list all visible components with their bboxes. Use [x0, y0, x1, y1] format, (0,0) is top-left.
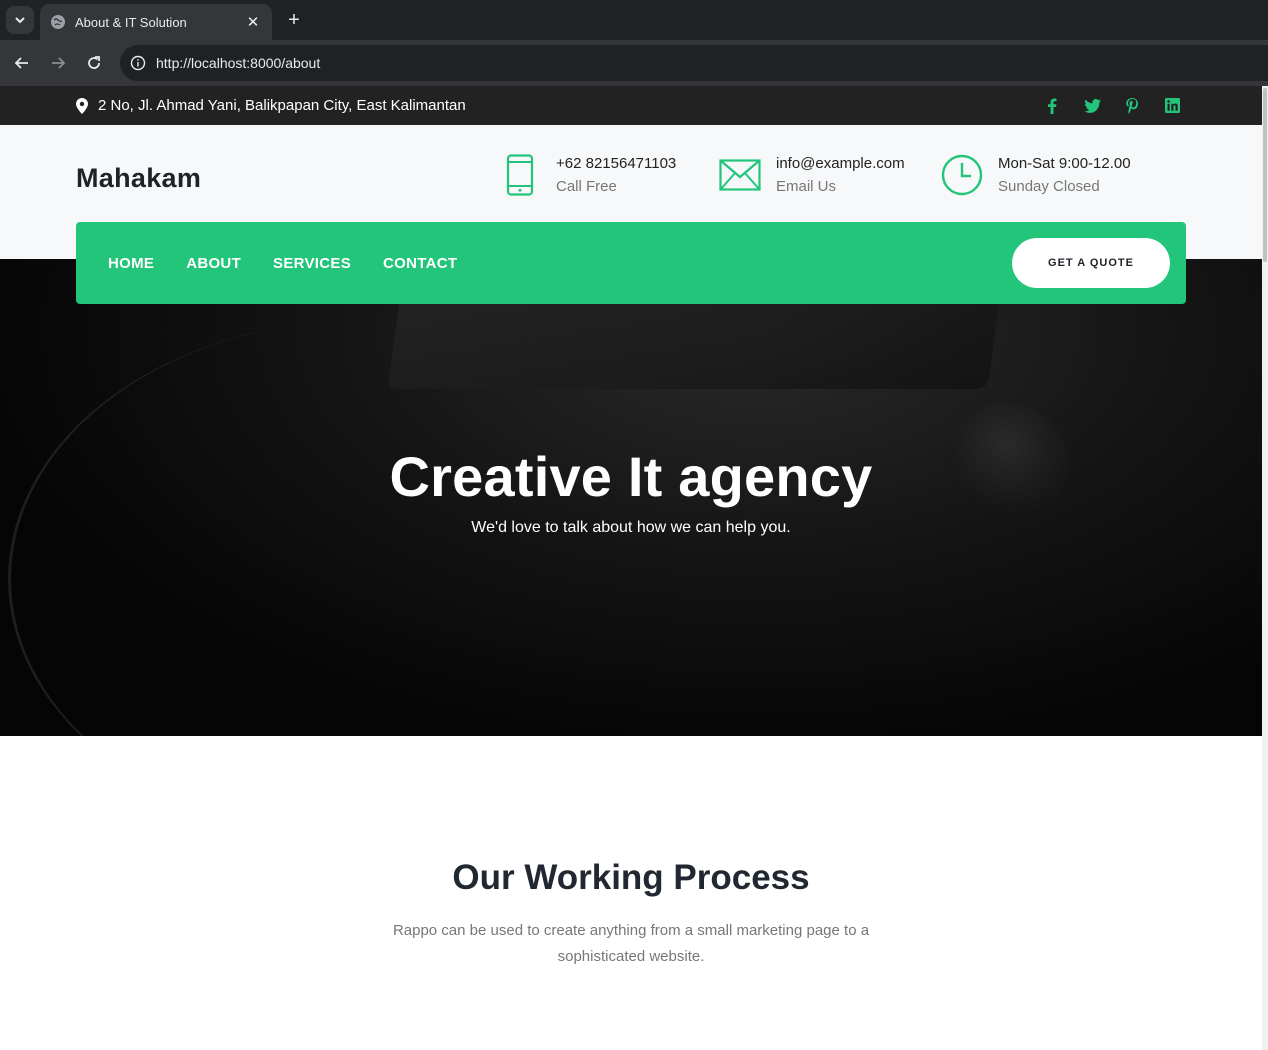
tab-search-button[interactable] — [6, 6, 34, 34]
top-info-bar: 2 No, Jl. Ahmad Yani, Balikpapan City, E… — [0, 86, 1262, 125]
contact-hours: Mon-Sat 9:00-12.00 Sunday Closed — [940, 153, 1131, 198]
back-button[interactable] — [10, 51, 34, 75]
reload-icon — [88, 56, 100, 69]
phone-caption: Call Free — [556, 178, 617, 195]
envelope-icon — [718, 153, 762, 197]
clock-icon — [940, 153, 984, 197]
address-bar[interactable]: http://localhost:8000/about — [120, 45, 1268, 81]
nav-item-contact[interactable]: CONTACT — [383, 255, 457, 272]
linkedin-icon[interactable] — [1163, 97, 1181, 115]
hero-title: Creative It agency — [389, 445, 873, 508]
globe-icon — [51, 15, 65, 29]
get-a-quote-button[interactable]: GET A QUOTE — [1012, 238, 1170, 288]
twitter-icon[interactable] — [1083, 97, 1101, 115]
nav-item-about[interactable]: ABOUT — [186, 255, 241, 272]
hero-subtitle: We'd love to talk about how we can help … — [471, 519, 791, 536]
url-text[interactable]: http://localhost:8000/about — [156, 55, 320, 71]
tab-title: About & IT Solution — [75, 14, 187, 30]
hours-sunday: Sunday Closed — [998, 178, 1100, 195]
contact-phone: +62 82156471103 Call Free — [498, 153, 676, 198]
phone-number[interactable]: +62 82156471103 — [556, 153, 676, 175]
email-address[interactable]: info@example.com — [776, 153, 905, 175]
browser-toolbar: http://localhost:8000/about — [0, 40, 1268, 86]
chevron-down-icon — [15, 17, 25, 24]
email-caption: Email Us — [776, 178, 837, 195]
contact-email: info@example.com Email Us — [718, 153, 905, 198]
nav-links: HOME ABOUT SERVICES CONTACT — [108, 222, 457, 304]
forward-button[interactable] — [46, 51, 70, 75]
info-icon[interactable] — [130, 55, 146, 71]
nav-item-home[interactable]: HOME — [108, 255, 154, 272]
arrow-right-icon — [52, 57, 66, 69]
pinterest-icon[interactable] — [1123, 97, 1141, 115]
reload-button[interactable] — [82, 51, 106, 75]
site-logo[interactable]: Mahakam — [76, 163, 201, 194]
browser-tab[interactable]: About & IT Solution ✕ — [40, 4, 272, 40]
arrow-left-icon — [14, 57, 28, 69]
process-title: Our Working Process — [452, 858, 810, 897]
facebook-icon[interactable] — [1043, 97, 1061, 115]
social-links — [1043, 86, 1181, 125]
process-description: Rappo can be used to create anything fro… — [392, 922, 870, 965]
main-navbar: HOME ABOUT SERVICES CONTACT GET A QUOTE — [76, 222, 1186, 304]
browser-tab-bar: About & IT Solution ✕ + — [0, 0, 1268, 40]
new-tab-button[interactable]: + — [282, 8, 306, 32]
nav-item-services[interactable]: SERVICES — [273, 255, 351, 272]
hours-weekdays: Mon-Sat 9:00-12.00 — [998, 155, 1131, 172]
address: 2 No, Jl. Ahmad Yani, Balikpapan City, E… — [76, 86, 466, 125]
phone-icon — [498, 153, 542, 197]
map-pin-icon — [76, 97, 88, 114]
address-text: 2 No, Jl. Ahmad Yani, Balikpapan City, E… — [98, 97, 466, 114]
page-viewport: 2 No, Jl. Ahmad Yani, Balikpapan City, E… — [0, 86, 1262, 1050]
scrollbar-thumb[interactable] — [1263, 88, 1267, 262]
hero-section: Creative It agency We'd love to talk abo… — [0, 259, 1262, 736]
close-tab-icon[interactable]: ✕ — [244, 13, 262, 31]
